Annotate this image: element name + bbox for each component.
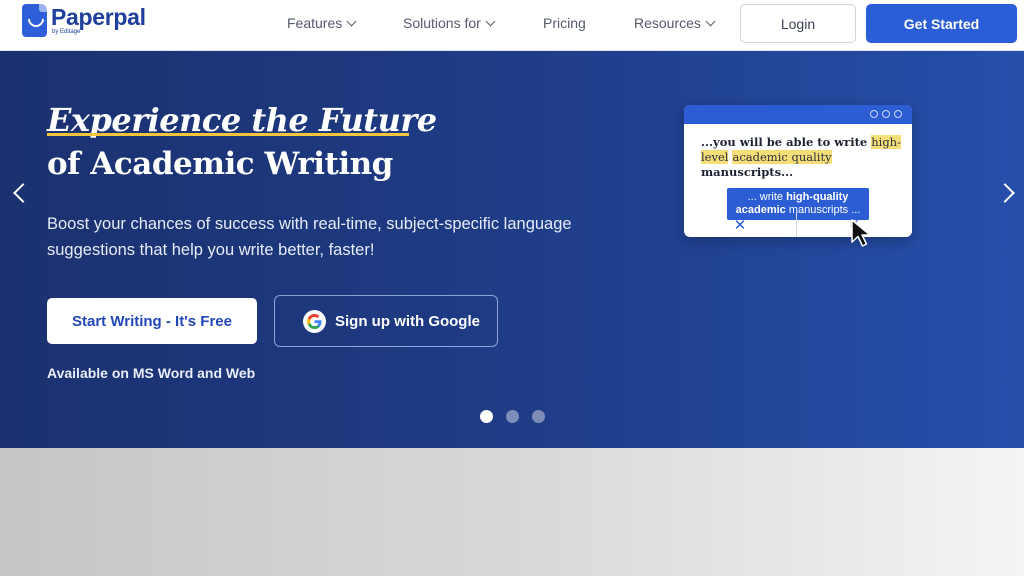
paperpal-logo-icon [22,4,47,37]
nav-item-features[interactable]: Features [287,15,357,31]
nav-item-label: Solutions for [403,15,481,31]
google-signup-label: Sign up with Google [335,312,480,330]
suggestion-pre: ... write [747,191,787,203]
chevron-down-icon [485,16,496,26]
carousel-dot-2[interactable] [506,410,519,423]
login-button[interactable]: Login [740,4,856,43]
lower-section [0,448,1024,576]
chevron-right-icon[interactable] [995,183,1015,203]
window-dot-icon [894,110,902,118]
highlight-2: academic quality [732,150,832,164]
reject-icon: ✕ [684,212,797,237]
headline-underline [47,133,409,136]
card-sentence: ...you will be able to write high-level … [684,124,912,180]
get-started-button[interactable]: Get Started [866,4,1017,43]
carousel-indicators [480,410,545,423]
mouse-pointer-icon [851,219,871,247]
sentence-pre: ...you will be able to write [701,135,872,149]
google-signup-button[interactable]: Sign up with Google [274,295,498,347]
nav-item-label: Features [287,15,343,31]
brand-name: Paperpal [51,4,146,30]
paperpal-logo[interactable]: Paperpal by Editage [22,4,146,37]
google-g-icon [303,309,326,333]
nav-item-label: Pricing [543,15,586,31]
nav-item-label: Resources [634,15,701,31]
sentence-post: manuscripts... [701,165,794,179]
availability-text: Available on MS Word and Web [47,365,256,381]
suggestion-bold-1: high-quality [786,191,849,203]
nav-item-solutions[interactable]: Solutions for [403,15,496,31]
carousel-dot-1[interactable] [480,410,493,423]
top-navbar: Paperpal by Editage Features Solutions f… [0,0,1024,51]
card-titlebar [684,105,912,124]
chevron-down-icon [705,16,716,26]
window-dot-icon [870,110,878,118]
chevron-down-icon [346,16,357,26]
chevron-left-icon[interactable] [13,183,33,203]
hero-headline-2: of Academic Writing [47,146,393,182]
hero-subtext: Boost your chances of success with real-… [47,215,572,259]
window-dot-icon [882,110,890,118]
nav-item-pricing[interactable]: Pricing [543,15,586,31]
start-writing-button[interactable]: Start Writing - It's Free [47,298,257,344]
nav-item-resources[interactable]: Resources [634,15,716,31]
carousel-dot-3[interactable] [532,410,545,423]
